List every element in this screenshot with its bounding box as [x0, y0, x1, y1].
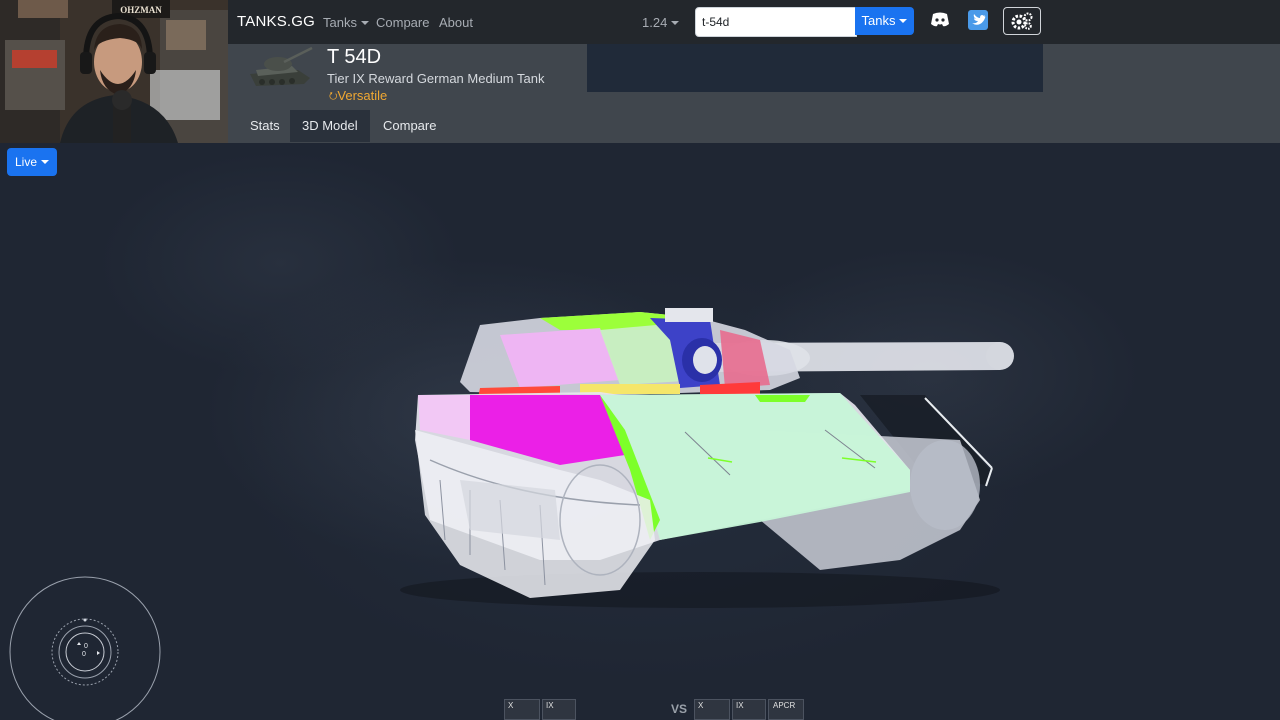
site-brand[interactable]: TANKS.GG: [237, 13, 315, 30]
chevron-down-icon: [899, 19, 908, 23]
tier-label: IX: [736, 701, 744, 710]
tier-label: X: [698, 701, 704, 710]
arrow-right-icon: [97, 651, 100, 655]
compare-right-thumb-1[interactable]: X: [694, 699, 730, 720]
version-dropdown[interactable]: 1.24: [642, 15, 680, 30]
version-label: 1.24: [642, 15, 668, 30]
tank-3d-model[interactable]: [0, 143, 1280, 720]
tier-label: X: [508, 701, 514, 710]
search-input[interactable]: [695, 7, 857, 37]
settings-button[interactable]: [1003, 7, 1041, 35]
nav-tanks-dropdown[interactable]: Tanks: [323, 15, 369, 30]
search-category-label: Tanks: [861, 13, 896, 28]
rotation-compass[interactable]: 0 0: [8, 576, 162, 720]
tank-thumbnail: [250, 46, 313, 86]
compare-left-thumb-2[interactable]: IX: [542, 699, 576, 720]
chevron-down-icon: [360, 21, 369, 25]
tank-name: T 54D: [327, 46, 382, 68]
webcam-overlay: OHZMAN: [0, 0, 228, 143]
chevron-down-icon: [671, 21, 680, 25]
webcam-sign-text: OHZMAN: [120, 5, 162, 15]
compass-top-value: 0: [84, 643, 88, 650]
settings-icon: [1011, 12, 1033, 30]
search-category-dropdown[interactable]: Tanks: [855, 7, 914, 35]
chevron-down-icon: [41, 160, 49, 164]
compare-right-thumb-2[interactable]: IX: [732, 699, 766, 720]
live-mode-dropdown[interactable]: Live: [7, 148, 57, 176]
nav-compare-link[interactable]: Compare: [376, 15, 429, 30]
twitter-icon[interactable]: [968, 10, 988, 30]
tank-description: Tier IX Reward German Medium Tank: [327, 71, 545, 86]
compare-left-thumb-1[interactable]: X: [504, 699, 540, 720]
tank-role: ⭮Versatile: [329, 88, 387, 106]
discord-icon[interactable]: [930, 10, 950, 30]
tank-role-label: Versatile: [337, 88, 388, 103]
tab-compare[interactable]: Compare: [371, 110, 448, 142]
live-mode-label: Live: [14, 155, 37, 169]
ammo-label: APCR: [773, 701, 796, 710]
tab-3d-model[interactable]: 3D Model: [290, 110, 370, 142]
ad-banner: [587, 44, 1043, 92]
arrow-up-icon: [77, 642, 81, 645]
nav-tanks-label: Tanks: [323, 15, 357, 30]
tab-stats[interactable]: Stats: [238, 110, 292, 142]
tier-label: IX: [546, 701, 554, 710]
vs-label: VS: [671, 702, 688, 716]
compass-bottom-value: 0: [82, 651, 86, 658]
compare-ammo-thumb[interactable]: APCR: [768, 699, 804, 720]
nav-about-link[interactable]: About: [439, 15, 473, 30]
